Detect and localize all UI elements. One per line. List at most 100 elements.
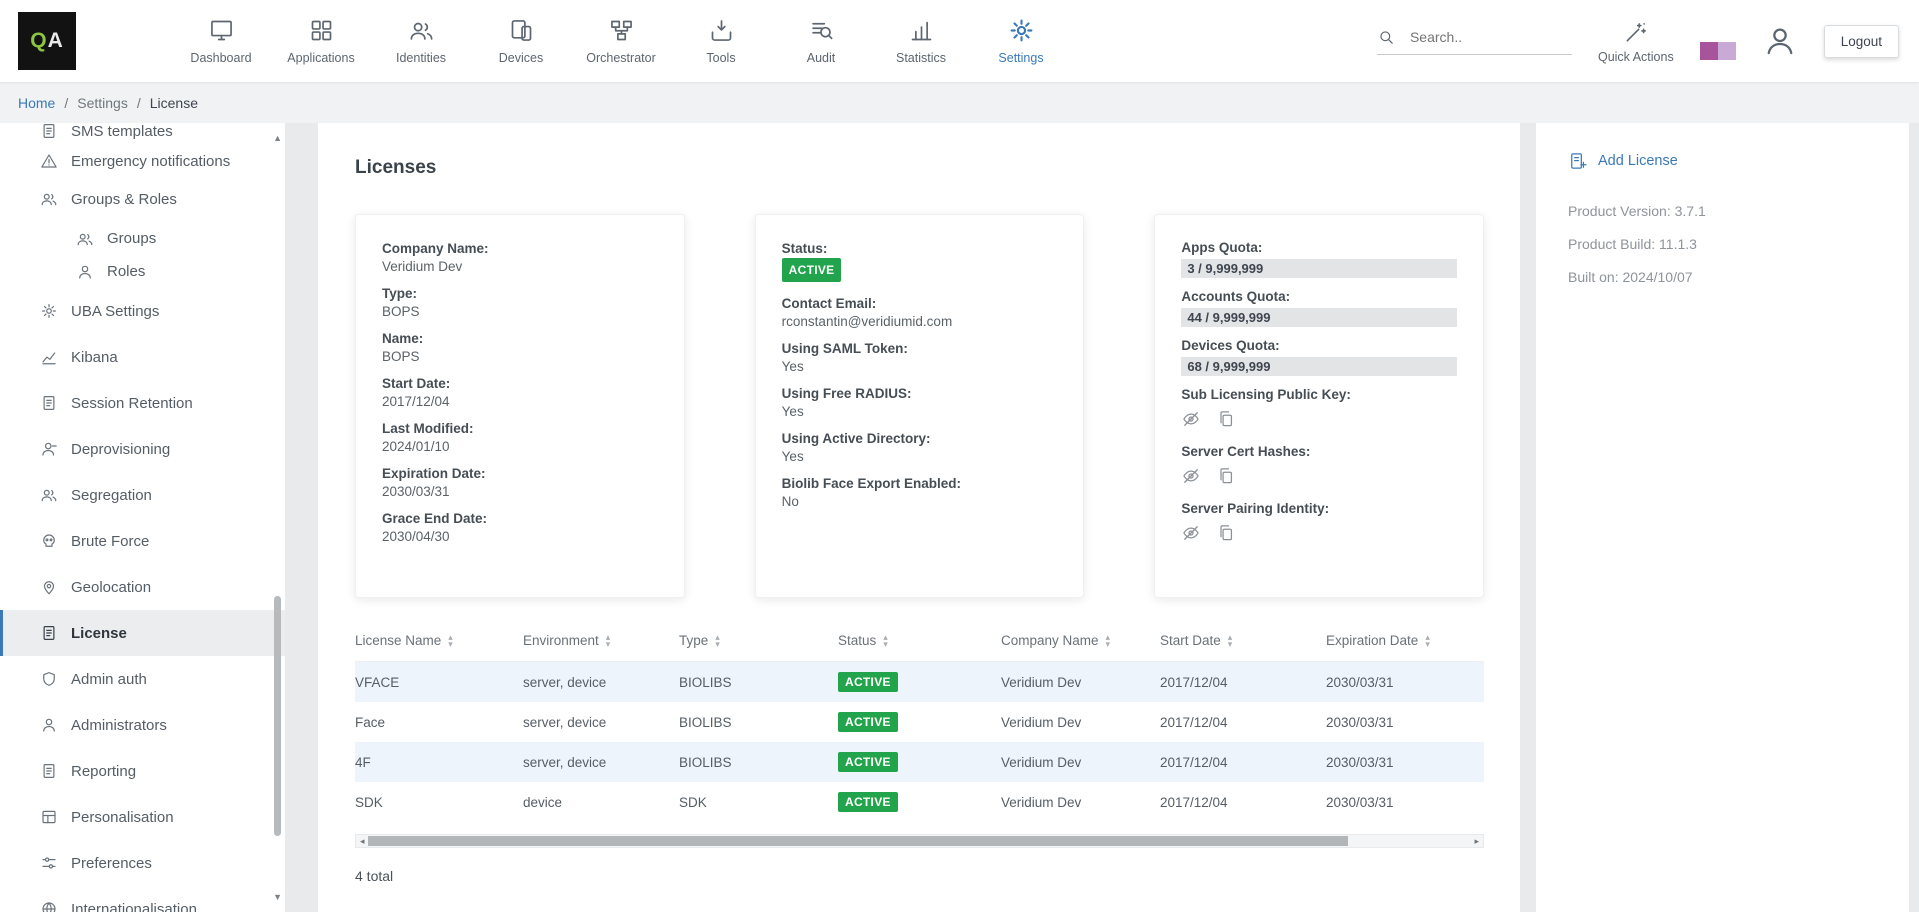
nav-item-settings[interactable]: Settings (984, 17, 1058, 65)
table-row[interactable]: SDK device SDK ACTIVE Veridium Dev 2017/… (355, 782, 1484, 822)
nav-item-applications[interactable]: Applications (284, 17, 358, 65)
column-header-license-name[interactable]: License Name▴▾ (355, 633, 523, 648)
sidebar-item-admin-auth[interactable]: Admin auth (0, 656, 285, 702)
breadcrumb-home-link[interactable]: Home (18, 95, 55, 111)
sidebar-item-reporting[interactable]: Reporting (0, 748, 285, 794)
global-search[interactable] (1377, 28, 1572, 55)
globe-icon (40, 900, 58, 912)
nav-item-identities[interactable]: Identities (384, 17, 458, 65)
nav-item-label: Settings (998, 51, 1043, 65)
sidebar-item-license[interactable]: License (0, 610, 285, 656)
column-header-expiration-date[interactable]: Expiration Date▴▾ (1326, 633, 1484, 648)
sidebar-item-personalisation[interactable]: Personalisation (0, 794, 285, 840)
sidebar-item-sms-templates[interactable]: SMS templates (0, 123, 285, 146)
sort-icon[interactable]: ▴▾ (1228, 634, 1233, 648)
scrollbar-thumb[interactable] (274, 596, 281, 836)
sidebar-item-emergency-notifications[interactable]: Emergency notifications (0, 146, 285, 176)
scroll-right-arrow[interactable]: ▸ (1474, 837, 1479, 846)
status-badge: ACTIVE (782, 258, 842, 282)
field-value: Veridium Dev (382, 259, 462, 274)
server-pairing-identity: Server Pairing Identity: (1181, 501, 1457, 543)
flow-icon (608, 17, 635, 44)
column-header-company-name[interactable]: Company Name▴▾ (1001, 633, 1160, 648)
sidebar-item-deprovisioning[interactable]: Deprovisioning (0, 426, 285, 472)
copy-icon[interactable] (1216, 466, 1236, 486)
cell-company-name: Veridium Dev (1001, 675, 1160, 690)
sort-icon[interactable]: ▴▾ (883, 634, 888, 648)
table-row[interactable]: Face server, device BIOLIBS ACTIVE Verid… (355, 702, 1484, 742)
devices-icon (508, 17, 535, 44)
field-label: Company Name: (382, 240, 658, 258)
column-header-status[interactable]: Status▴▾ (838, 633, 1001, 648)
eye-off-icon[interactable] (1181, 466, 1201, 486)
sidebar-item-label: Deprovisioning (71, 441, 170, 458)
table-row[interactable]: VFACE server, device BIOLIBS ACTIVE Veri… (355, 662, 1484, 702)
sidebar-item-session-retention[interactable]: Session Retention (0, 380, 285, 426)
certificate-icon (40, 624, 58, 642)
nav-item-statistics[interactable]: Statistics (884, 17, 958, 65)
sidebar-item-administrators[interactable]: Administrators (0, 702, 285, 748)
sort-icon[interactable]: ▴▾ (448, 634, 453, 648)
quick-actions-button[interactable]: Quick Actions (1598, 19, 1674, 64)
accounts-quota: Accounts Quota: 44 / 9,999,999 (1181, 289, 1457, 327)
sort-icon[interactable]: ▴▾ (1106, 634, 1111, 648)
sort-icon[interactable]: ▴▾ (606, 634, 611, 648)
sort-icon[interactable]: ▴▾ (1425, 634, 1430, 648)
field-label: Biolib Face Export Enabled: (782, 475, 1058, 493)
eye-off-icon[interactable] (1181, 523, 1201, 543)
table-row[interactable]: 4F server, device BIOLIBS ACTIVE Veridiu… (355, 742, 1484, 782)
horizontal-scrollbar[interactable]: ◂ ▸ (355, 834, 1484, 848)
top-right-cluster: Quick Actions Logout (1377, 19, 1899, 64)
sidebar-item-groups[interactable]: Groups (0, 222, 285, 255)
scroll-left-arrow[interactable]: ◂ (360, 837, 365, 846)
column-header-type[interactable]: Type▴▾ (679, 633, 838, 648)
license-summary-cards: Company Name:Veridium Dev Type:BOPS Name… (355, 214, 1484, 598)
sidebar-item-groups-and-roles[interactable]: Groups & Roles (0, 176, 285, 222)
breadcrumb-settings-link[interactable]: Settings (77, 95, 128, 111)
cell-start-date: 2017/12/04 (1160, 675, 1326, 690)
sidebar-item-preferences[interactable]: Preferences (0, 840, 285, 886)
nav-item-devices[interactable]: Devices (484, 17, 558, 65)
column-header-start-date[interactable]: Start Date▴▾ (1160, 633, 1326, 648)
cell-expiration-date: 2030/03/31 (1326, 755, 1484, 770)
scrollbar-thumb[interactable] (368, 836, 1348, 846)
color-swatch (1700, 42, 1718, 60)
cell-license-name: VFACE (355, 675, 523, 690)
app-logo[interactable]: QA (18, 12, 76, 70)
sort-icon[interactable]: ▴▾ (715, 634, 720, 648)
sidebar-item-roles[interactable]: Roles (0, 255, 285, 288)
nav-item-dashboard[interactable]: Dashboard (184, 17, 258, 65)
nav-item-tools[interactable]: Tools (684, 17, 758, 65)
sidebar-item-geolocation[interactable]: Geolocation (0, 564, 285, 610)
person-icon (40, 716, 58, 734)
sidebar-scrollbar[interactable]: ▲ ▼ (270, 123, 284, 912)
copy-icon[interactable] (1216, 409, 1236, 429)
logout-button[interactable]: Logout (1824, 25, 1899, 58)
column-header-environment[interactable]: Environment▴▾ (523, 633, 679, 648)
sidebar-item-internationalisation[interactable]: Internationalisation (0, 886, 285, 912)
nav-item-audit[interactable]: Audit (784, 17, 858, 65)
field-label: Using Free RADIUS: (782, 385, 1058, 403)
main-nav: Dashboard Applications Identities Device… (184, 17, 1084, 65)
cell-license-name: 4F (355, 755, 523, 770)
quick-actions-label: Quick Actions (1598, 50, 1674, 64)
apps-quota: Apps Quota: 3 / 9,999,999 (1181, 240, 1457, 278)
cell-start-date: 2017/12/04 (1160, 795, 1326, 810)
sidebar-item-kibana[interactable]: Kibana (0, 334, 285, 380)
nav-item-orchestrator[interactable]: Orchestrator (584, 17, 658, 65)
add-license-label: Add License (1598, 153, 1678, 169)
copy-icon[interactable] (1216, 523, 1236, 543)
sidebar-item-label: Roles (107, 263, 145, 280)
sidebar-item-uba-settings[interactable]: UBA Settings (0, 288, 285, 334)
eye-off-icon[interactable] (1181, 409, 1201, 429)
user-avatar[interactable] (1762, 23, 1798, 59)
scroll-down-arrow[interactable]: ▼ (273, 892, 282, 902)
breadcrumb: Home / Settings / License (0, 82, 1919, 123)
sidebar-item-brute-force[interactable]: Brute Force (0, 518, 285, 564)
scroll-up-arrow[interactable]: ▲ (273, 133, 282, 143)
secret-label: Sub Licensing Public Key: (1181, 387, 1457, 402)
search-input[interactable] (1408, 28, 1558, 46)
document-icon (40, 394, 58, 412)
add-license-button[interactable]: Add License (1568, 151, 1909, 171)
sidebar-item-segregation[interactable]: Segregation (0, 472, 285, 518)
